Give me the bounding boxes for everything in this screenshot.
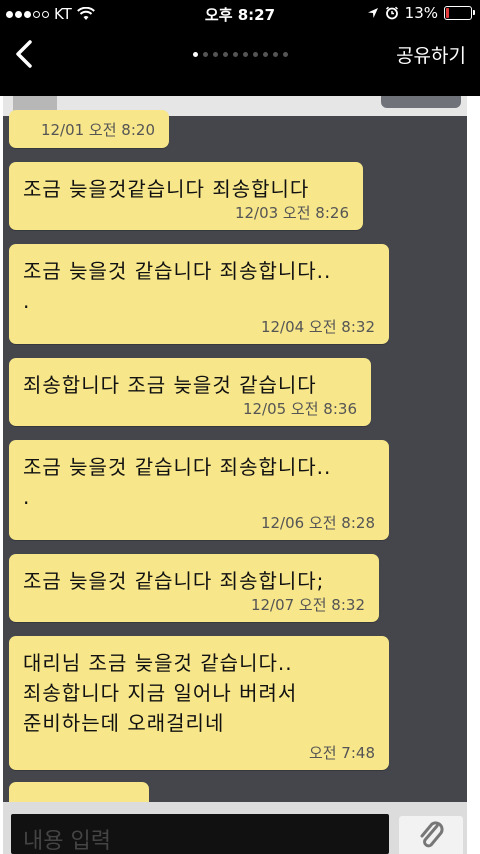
page-dot [192, 52, 198, 57]
status-bar: KT 오후 8:27 13% [0, 0, 480, 28]
location-arrow-icon [367, 8, 378, 18]
message-bubble: 죄송합니다 조금 늦을것 같습니다 12/05 오전 8:36 [9, 358, 371, 426]
message-text: 조금 늦을것같습니다 죄송합니다 [23, 177, 310, 201]
chat-photo: 12/01 오전 8:20 조금 늦을것같습니다 죄송합니다 12/03 오전 … [0, 96, 480, 854]
message-text: 조금 늦을것 같습니다 죄송합니다; [23, 569, 325, 593]
message-text: 대리님 조금 늦을것 같습니다.. 죄송합니다 지금 일어나 버려서 준비하는데… [23, 651, 298, 735]
attach-button[interactable] [399, 816, 463, 854]
message-input-bar: 내용 입력 [3, 802, 467, 854]
message-bubble: 조금 늦을것같습니다 죄송합니다 12/03 오전 8:26 [9, 162, 363, 230]
page-dot [252, 52, 258, 57]
message-text: 조금 늦을것 같습니다 죄송합니다.. . [23, 455, 332, 509]
paperclip-icon [420, 821, 444, 848]
page-dot [222, 52, 228, 57]
message-time: 12/03 오전 8:26 [234, 204, 349, 222]
photo-border [467, 96, 480, 854]
message-text: 죄송합니다 조금 늦을것 같습니다 [23, 373, 317, 397]
message-text: 조금 늦을것 같습니다 죄송합니다.. . [23, 259, 332, 313]
message-time: 12/05 오전 8:36 [242, 400, 357, 418]
message-bubble: 대리님 조금 늦을것 같습니다.. 죄송합니다 지금 일어나 버려서 준비하는데… [9, 636, 389, 770]
page-dot [202, 52, 208, 57]
page-dot [262, 52, 268, 57]
message-bubble-partial: 12/01 오전 8:20 [9, 110, 169, 148]
message-time: 12/07 오전 8:32 [250, 596, 365, 614]
battery-level-fill [446, 8, 449, 18]
navigation-bar: 공유하기 [0, 28, 480, 82]
message-time: 12/06 오전 8:28 [260, 514, 375, 532]
battery-percent: 13% [404, 4, 438, 22]
chat-screen: 12/01 오전 8:20 조금 늦을것같습니다 죄송합니다 12/03 오전 … [3, 96, 467, 854]
message-time: 12/01 오전 8:20 [40, 121, 155, 139]
message-time: 12/04 오전 8:32 [260, 318, 375, 336]
share-button[interactable]: 공유하기 [396, 41, 466, 68]
message-bubble: 조금 늦을것 같습니다 죄송합니다.. . 12/06 오전 8:28 [9, 440, 389, 540]
alarm-clock-icon [385, 6, 398, 20]
message-bubble: 조금 늦을것 같습니다 죄송합니다.. . 12/04 오전 8:32 [9, 244, 389, 344]
page-dot [232, 52, 238, 57]
page-dot [282, 52, 288, 57]
page-dot [212, 52, 218, 57]
battery-icon [444, 6, 475, 20]
message-input[interactable]: 내용 입력 [11, 814, 389, 854]
message-bubble: 조금 늦을것 같습니다 죄송합니다; 12/07 오전 8:32 [9, 554, 379, 622]
status-right: 13% [367, 4, 475, 22]
page-dot [272, 52, 278, 57]
page-dot [242, 52, 248, 57]
message-time: 오전 7:48 [308, 744, 375, 762]
